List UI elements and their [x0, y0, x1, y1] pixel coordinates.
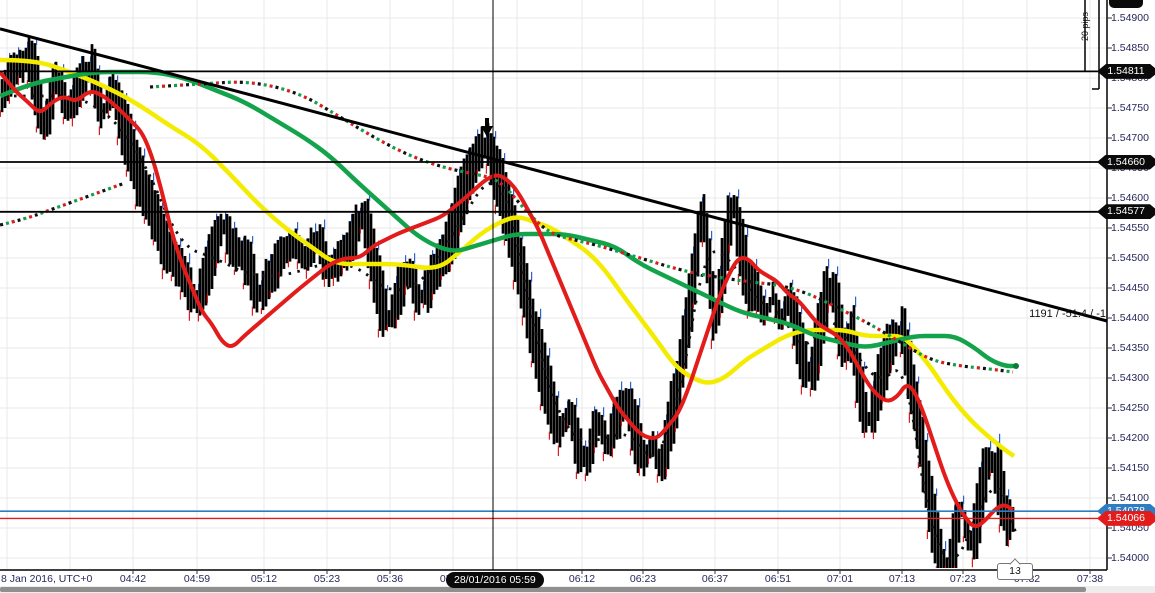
time-axis-label: 07:38: [1077, 573, 1103, 585]
level-price-label: 1.54811: [1097, 64, 1155, 79]
level-price-label: 1.54660: [1097, 155, 1155, 170]
time-axis-label: 07:13: [889, 573, 915, 585]
price-axis-label: 1.54750: [1111, 102, 1149, 114]
ma-fast-red-series: [0, 72, 1013, 526]
time-axis-label: 06:12: [569, 573, 595, 585]
time-axis-label: 04:59: [184, 573, 210, 585]
time-axis-label: 05:23: [314, 573, 340, 585]
level-price-label: 1.54577: [1097, 204, 1155, 219]
price-axis-label: 1.54600: [1111, 192, 1149, 204]
chart-canvas[interactable]: [0, 0, 1155, 593]
price-axis-label: 1.54500: [1111, 252, 1149, 264]
pips-bracket-label: 20 pips: [1080, 12, 1090, 41]
price-axis-label: 1.54900: [1111, 12, 1149, 24]
price-axis-label: 1.54300: [1111, 372, 1149, 384]
time-axis-label: 07:01: [827, 573, 853, 585]
horizontal-level-lines[interactable]: [0, 71, 1107, 211]
time-axis-label: 07:23: [950, 573, 976, 585]
trendline-info-label: 1191 / -51.4 / -1: [900, 308, 1106, 320]
price-axis-label: 1.54000: [1111, 552, 1149, 564]
horizontal-scrollbar-thumb[interactable]: [0, 587, 1086, 592]
time-axis-label: 06:37: [702, 573, 728, 585]
trend-line[interactable]: [0, 29, 1107, 321]
bar-countdown-bubble: 13: [997, 563, 1033, 580]
price-axis-label: 1.54550: [1111, 222, 1149, 234]
price-axis-label: 1.54100: [1111, 492, 1149, 504]
time-axis-label: 06:23: [630, 573, 656, 585]
time-axis-label: 04:42: [120, 573, 146, 585]
price-axis-label: 1.54850: [1111, 42, 1149, 54]
time-axis-label: 05:36: [377, 573, 403, 585]
price-axis-label: 1.54150: [1111, 462, 1149, 474]
price-axis-label: 1.54350: [1111, 342, 1149, 354]
time-axis-label: 05:12: [251, 573, 277, 585]
current-price-lines: [0, 511, 1107, 518]
date-utc-label: 8 Jan 2016, UTC+0: [1, 573, 92, 585]
price-axis-label: 1.54400: [1111, 312, 1149, 324]
last-price-label: 1.54066: [1097, 511, 1155, 526]
price-bars-series: [0, 37, 1013, 568]
trading-chart-window: 20 pips 1191 / -51.4 / -1 8 Jan 2016, UT…: [0, 0, 1155, 593]
price-axis-label: 1.54700: [1111, 132, 1149, 144]
corner-label-clipped: [1109, 0, 1143, 8]
price-axis-label: 1.54450: [1111, 282, 1149, 294]
price-axis-label: 1.54200: [1111, 432, 1149, 444]
price-axis-label: 1.54250: [1111, 402, 1149, 414]
crosshair-time-label: 28/01/2016 05:59: [446, 572, 544, 588]
time-axis-label: 06:51: [765, 573, 791, 585]
gridlines: [0, 0, 1107, 570]
axis-frame: [0, 0, 1112, 574]
dotted-black-series: [5, 96, 1016, 558]
